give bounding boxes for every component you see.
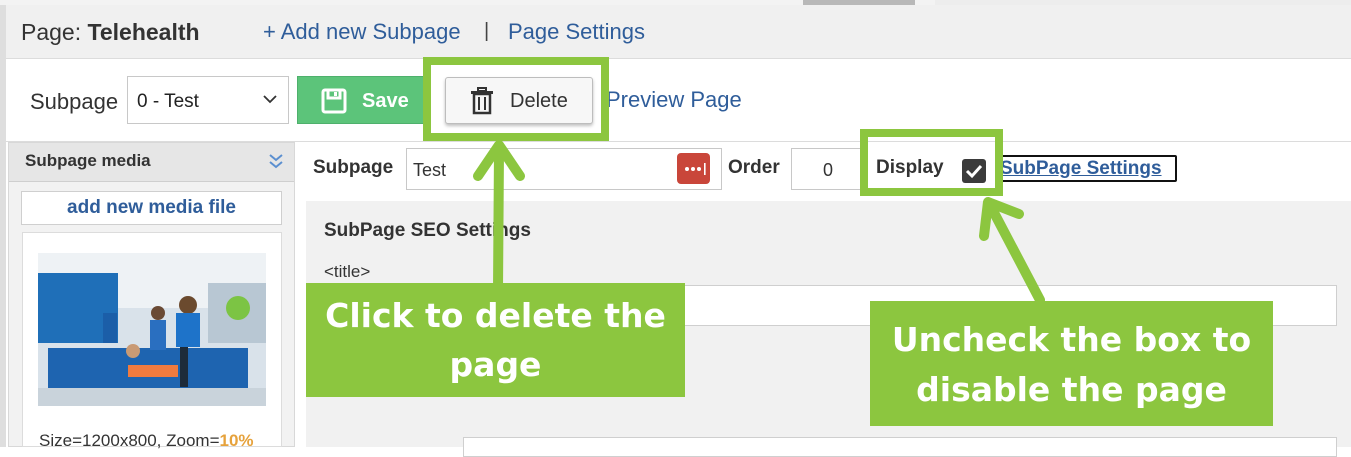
subpage-name-input[interactable]: Test bbox=[406, 148, 722, 190]
add-media-file-button[interactable]: add new media file bbox=[21, 191, 282, 225]
subpage-select-value: 0 - Test bbox=[137, 91, 199, 112]
page-title-prefix: Page: bbox=[21, 19, 88, 45]
save-button-label: Save bbox=[362, 90, 409, 112]
media-size-info: Size=1200x800, Zoom=10% bbox=[39, 431, 254, 451]
add-subpage-link[interactable]: + Add new Subpage bbox=[263, 19, 461, 45]
subpage-settings-link[interactable]: SubPage Settings bbox=[995, 155, 1177, 182]
ellipsis-button[interactable] bbox=[677, 153, 710, 184]
save-button[interactable]: Save bbox=[297, 76, 425, 124]
media-zoom-value: 10% bbox=[219, 431, 254, 450]
page-settings-link[interactable]: Page Settings bbox=[508, 19, 645, 45]
subpage-name-label: Subpage bbox=[313, 157, 394, 178]
delete-highlight-box bbox=[423, 57, 609, 141]
ellipsis-icon bbox=[685, 163, 706, 175]
header-separator: | bbox=[484, 20, 490, 42]
page-header bbox=[0, 5, 1351, 59]
preview-page-link[interactable]: Preview Page bbox=[606, 87, 742, 113]
subpage-select[interactable]: 0 - Test bbox=[127, 76, 289, 124]
seo-title-tag-label: <title> bbox=[324, 262, 371, 281]
order-input[interactable]: 0 bbox=[791, 148, 863, 190]
display-callout-line1: Uncheck the box to bbox=[891, 320, 1252, 359]
display-callout-line2: disable the page bbox=[916, 370, 1227, 409]
media-size-text: Size=1200x800, Zoom= bbox=[39, 431, 220, 450]
subpage-media-title: Subpage media bbox=[25, 151, 151, 170]
double-chevron-down-icon[interactable] bbox=[268, 152, 284, 170]
delete-callout: Click to delete the page bbox=[306, 283, 685, 397]
order-label: Order bbox=[728, 157, 780, 178]
delete-callout-line2: page bbox=[449, 345, 542, 384]
display-highlight-box bbox=[860, 129, 1003, 196]
chevron-down-icon bbox=[263, 95, 277, 104]
page-title: Page: Telehealth bbox=[21, 19, 200, 46]
page-title-name: Telehealth bbox=[87, 19, 200, 45]
media-thumbnail[interactable] bbox=[38, 253, 266, 406]
left-gutter bbox=[0, 5, 6, 447]
subpage-name-value: Test bbox=[413, 160, 447, 180]
floppy-disk-icon bbox=[321, 88, 347, 114]
order-value: 0 bbox=[822, 160, 833, 180]
subpage-select-label: Subpage bbox=[30, 89, 119, 114]
seo-secondary-input[interactable] bbox=[463, 437, 1337, 457]
display-callout: Uncheck the box to disable the page bbox=[870, 301, 1273, 426]
delete-callout-line1: Click to delete the bbox=[325, 296, 666, 335]
seo-settings-title: SubPage SEO Settings bbox=[324, 220, 531, 241]
